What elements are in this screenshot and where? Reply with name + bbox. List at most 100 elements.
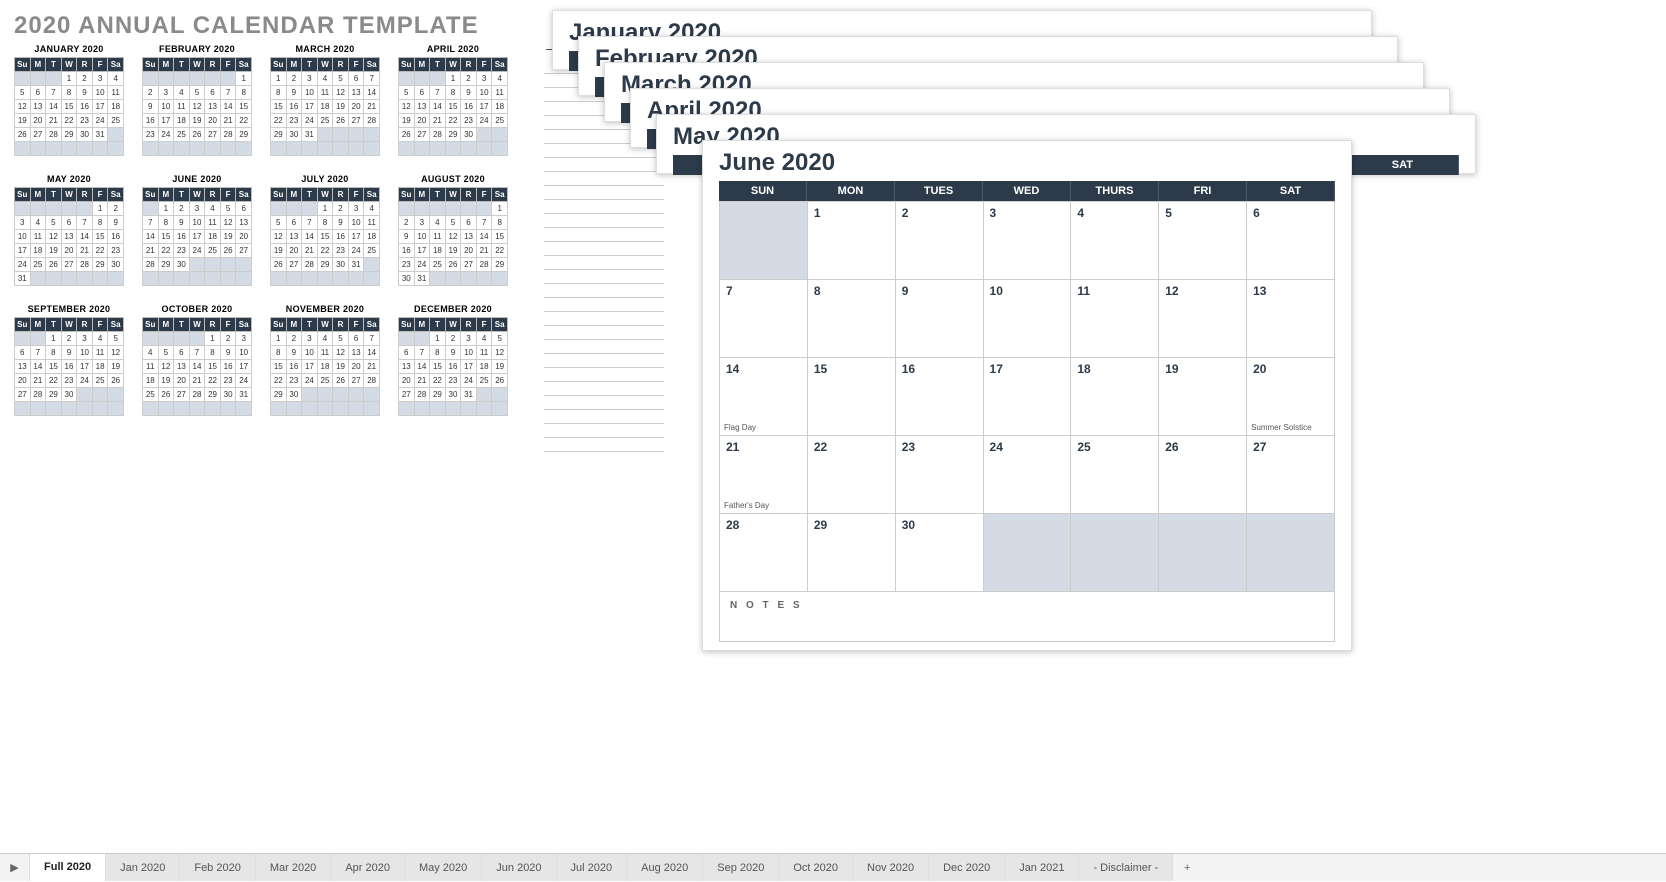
sheet-tab[interactable]: Oct 2020 bbox=[779, 854, 853, 881]
sheet-tab[interactable]: Dec 2020 bbox=[929, 854, 1005, 881]
mini-day-header: F bbox=[348, 188, 364, 202]
month-day-cell[interactable]: 3 bbox=[983, 202, 1071, 280]
mini-day-cell: 13 bbox=[399, 360, 415, 374]
month-day-cell[interactable]: 27 bbox=[1247, 436, 1335, 514]
mini-day-header: T bbox=[174, 188, 190, 202]
month-day-cell[interactable]: 24 bbox=[983, 436, 1071, 514]
month-day-cell[interactable]: 18 bbox=[1071, 358, 1159, 436]
month-notes-section[interactable]: N O T E S bbox=[719, 592, 1335, 642]
month-day-cell[interactable]: 2 bbox=[895, 202, 983, 280]
month-day-cell[interactable]: 29 bbox=[807, 514, 895, 592]
sheet-tab[interactable]: Jul 2020 bbox=[557, 854, 628, 881]
month-day-cell[interactable]: 25 bbox=[1071, 436, 1159, 514]
month-day-cell[interactable]: 5 bbox=[1159, 202, 1247, 280]
mini-day-cell: 25 bbox=[92, 374, 108, 388]
mini-day-cell: 12 bbox=[220, 216, 236, 230]
sheet-tab[interactable]: Feb 2020 bbox=[180, 854, 255, 881]
month-day-cell[interactable]: 16 bbox=[895, 358, 983, 436]
sheet-tab[interactable]: Jan 2020 bbox=[106, 854, 180, 881]
sheet-tab[interactable]: Nov 2020 bbox=[853, 854, 929, 881]
sheet-tab[interactable]: Sep 2020 bbox=[703, 854, 779, 881]
mini-day-cell bbox=[61, 202, 77, 216]
month-day-cell[interactable]: 13 bbox=[1247, 280, 1335, 358]
mini-day-cell: 3 bbox=[236, 332, 252, 346]
month-day-cell[interactable]: 19 bbox=[1159, 358, 1247, 436]
mini-day-cell bbox=[236, 142, 252, 156]
notes-line bbox=[544, 214, 664, 228]
mini-day-cell bbox=[15, 402, 31, 416]
month-day-cell[interactable]: 15 bbox=[807, 358, 895, 436]
mini-day-cell: 28 bbox=[220, 128, 236, 142]
notes-line bbox=[544, 326, 664, 340]
sheet-tab[interactable]: May 2020 bbox=[405, 854, 482, 881]
mini-day-cell: 16 bbox=[108, 230, 124, 244]
sheet-tab[interactable]: Jun 2020 bbox=[482, 854, 556, 881]
mini-day-cell: 3 bbox=[348, 202, 364, 216]
mini-day-cell: 26 bbox=[15, 128, 31, 142]
month-day-cell[interactable]: 21Father's Day bbox=[720, 436, 808, 514]
sheet-tab[interactable]: Jan 2021 bbox=[1005, 854, 1079, 881]
sheet-tab[interactable]: Aug 2020 bbox=[627, 854, 703, 881]
month-day-cell[interactable]: 17 bbox=[983, 358, 1071, 436]
month-day-cell[interactable]: 8 bbox=[807, 280, 895, 358]
mini-day-cell: 2 bbox=[461, 72, 477, 86]
mini-day-cell: 21 bbox=[189, 374, 205, 388]
month-day-cell[interactable] bbox=[1247, 514, 1335, 592]
mini-day-cell: 23 bbox=[108, 244, 124, 258]
mini-day-cell: 20 bbox=[348, 100, 364, 114]
mini-day-cell: 15 bbox=[92, 230, 108, 244]
mini-day-cell: 28 bbox=[476, 258, 492, 272]
mini-day-cell: 5 bbox=[189, 86, 205, 100]
mini-day-cell: 25 bbox=[317, 374, 333, 388]
tab-nav-prev[interactable]: ▶ bbox=[0, 854, 30, 881]
mini-day-cell: 6 bbox=[205, 86, 221, 100]
mini-day-cell: 23 bbox=[445, 374, 461, 388]
notes-line bbox=[544, 172, 664, 186]
mini-day-cell: 11 bbox=[205, 216, 221, 230]
mini-day-cell bbox=[348, 272, 364, 286]
sheet-tab[interactable]: Full 2020 bbox=[30, 854, 106, 882]
mini-day-cell: 28 bbox=[46, 128, 62, 142]
mini-day-cell bbox=[364, 402, 380, 416]
mini-day-cell: 29 bbox=[271, 388, 287, 402]
month-day-cell[interactable] bbox=[983, 514, 1071, 592]
mini-day-cell: 13 bbox=[236, 216, 252, 230]
month-day-cell[interactable]: 22 bbox=[807, 436, 895, 514]
month-day-cell[interactable] bbox=[720, 202, 808, 280]
month-day-cell[interactable]: 7 bbox=[720, 280, 808, 358]
month-day-cell[interactable] bbox=[1159, 514, 1247, 592]
mini-day-header: M bbox=[158, 58, 174, 72]
mini-day-cell: 19 bbox=[46, 244, 62, 258]
month-day-cell[interactable]: 28 bbox=[720, 514, 808, 592]
sheet-tab[interactable]: Apr 2020 bbox=[331, 854, 405, 881]
month-day-cell[interactable]: 26 bbox=[1159, 436, 1247, 514]
mini-calendar-title: SEPTEMBER 2020 bbox=[14, 304, 124, 314]
month-day-cell[interactable]: 6 bbox=[1247, 202, 1335, 280]
mini-day-cell: 13 bbox=[348, 346, 364, 360]
month-day-cell[interactable]: 4 bbox=[1071, 202, 1159, 280]
month-day-cell[interactable]: 10 bbox=[983, 280, 1071, 358]
notes-line bbox=[544, 270, 664, 284]
mini-day-cell bbox=[399, 72, 415, 86]
mini-day-cell bbox=[364, 272, 380, 286]
mini-day-cell bbox=[236, 402, 252, 416]
sheet-tab[interactable]: Mar 2020 bbox=[256, 854, 331, 881]
mini-day-header: T bbox=[302, 188, 318, 202]
month-day-cell[interactable]: 1 bbox=[807, 202, 895, 280]
mini-day-cell bbox=[317, 142, 333, 156]
mini-day-cell: 19 bbox=[189, 114, 205, 128]
month-day-cell[interactable]: 9 bbox=[895, 280, 983, 358]
mini-day-header: Su bbox=[271, 58, 287, 72]
month-day-cell[interactable]: 30 bbox=[895, 514, 983, 592]
mini-day-cell bbox=[220, 402, 236, 416]
calendar-event: Flag Day bbox=[724, 423, 756, 432]
month-day-cell[interactable] bbox=[1071, 514, 1159, 592]
add-sheet-button[interactable]: + bbox=[1173, 854, 1201, 881]
mini-day-cell: 9 bbox=[108, 216, 124, 230]
month-day-cell[interactable]: 12 bbox=[1159, 280, 1247, 358]
month-day-cell[interactable]: 20Summer Solstice bbox=[1247, 358, 1335, 436]
month-day-cell[interactable]: 14Flag Day bbox=[720, 358, 808, 436]
sheet-tab[interactable]: - Disclaimer - bbox=[1079, 854, 1173, 881]
month-day-cell[interactable]: 11 bbox=[1071, 280, 1159, 358]
month-day-cell[interactable]: 23 bbox=[895, 436, 983, 514]
